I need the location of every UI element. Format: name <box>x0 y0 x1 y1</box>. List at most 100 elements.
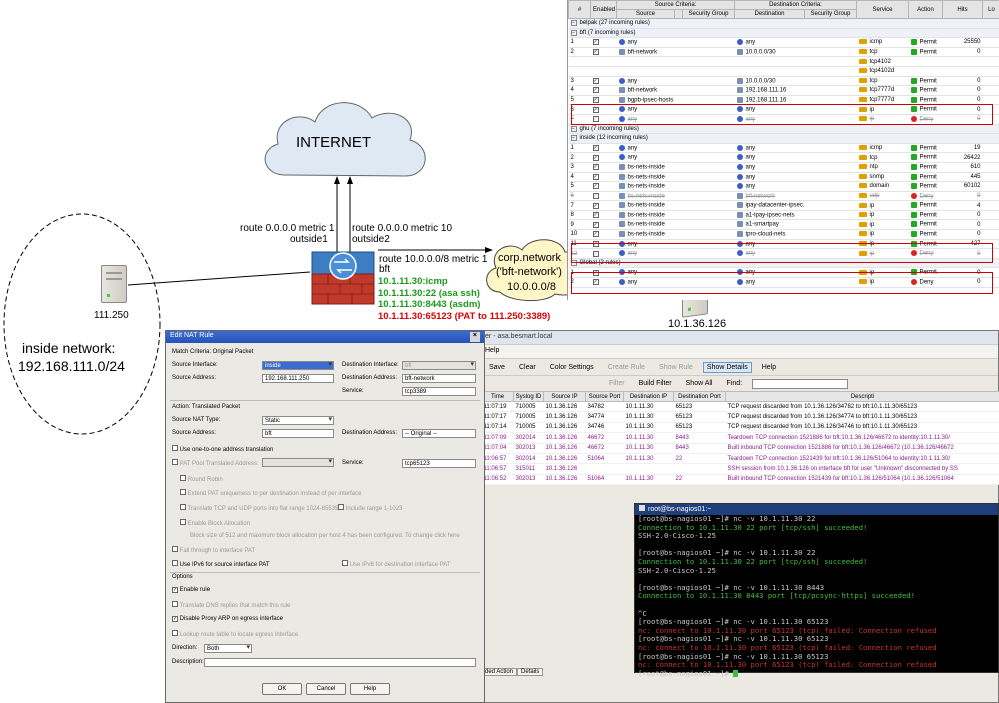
pat-pool-option[interactable]: PAT Pool Translated Address: <box>172 459 259 467</box>
table-row[interactable]: 1 ✓ any any ip Permit 0 <box>568 267 999 279</box>
destination-interface-select[interactable]: bft <box>402 361 476 370</box>
ipv6-source-checkbox[interactable] <box>172 560 178 566</box>
enabled-checkbox[interactable]: ✓ <box>592 145 599 152</box>
table-row[interactable]: 12 ✓ any any ip Deny 0 <box>568 248 999 259</box>
rule-enabled[interactable]: ✓ <box>590 76 617 87</box>
enabled-checkbox[interactable]: ✓ <box>592 77 599 84</box>
show-all-button[interactable]: Show All <box>682 378 717 389</box>
disable-proxy-arp-checkbox[interactable]: ✓ <box>172 616 178 622</box>
enabled-checkbox[interactable]: ✓ <box>592 39 599 46</box>
enabled-checkbox[interactable]: ✓ <box>592 250 599 257</box>
enabled-checkbox[interactable]: ✓ <box>592 173 599 180</box>
table-row[interactable]: 11:06:57 315011 10.1.36.126 SSH session fro… <box>481 463 999 475</box>
fall-through-checkbox[interactable] <box>172 546 178 552</box>
one-to-one-option[interactable]: Use one-to-one address translation <box>172 445 273 453</box>
build-filter-button[interactable]: Build Filter <box>635 378 676 389</box>
show-details-button[interactable]: Show Details <box>702 361 752 373</box>
rule-enabled[interactable]: ✓ <box>590 200 617 211</box>
log-column-header[interactable]: Source Port <box>585 391 624 402</box>
rule-enabled[interactable]: ✓ <box>590 239 617 250</box>
rule-group-row[interactable]: − inside (12 incoming rules) <box>568 133 999 144</box>
table-row[interactable]: 9 ✓ bs-nets-inside a1-smartpay ip Permit 0 <box>568 219 999 231</box>
find-input[interactable] <box>752 378 849 389</box>
col-service[interactable]: Service <box>856 0 909 19</box>
enabled-checkbox[interactable]: ✓ <box>592 231 599 238</box>
rule-enabled[interactable]: ✓ <box>590 95 617 106</box>
block-allocation-checkbox[interactable] <box>180 519 186 525</box>
log-column-header[interactable]: Syslog ID <box>513 391 544 402</box>
table-row[interactable]: tcp4102d <box>568 66 999 77</box>
rule-enabled[interactable]: ✓ <box>590 210 617 221</box>
rule-group-row[interactable]: − belpak (27 incoming rules) <box>568 18 999 29</box>
include-range-option[interactable]: Include range 1-1023 <box>338 504 402 512</box>
table-row[interactable]: 1 ✓ any any icmp Permit 25550 <box>568 37 999 48</box>
save-button[interactable]: Save <box>485 362 509 373</box>
help-button[interactable]: Help <box>758 362 780 373</box>
table-row[interactable]: 2 ✓ bft-network 10.0.0.0/30 tcp Permit 0 <box>568 47 999 58</box>
col-dst-security-group[interactable]: Security Group <box>804 9 857 19</box>
table-row[interactable]: 1 ✓ any any icmp Permit 19 <box>568 143 999 154</box>
expand-icon[interactable]: − <box>570 20 577 27</box>
expand-icon[interactable]: − <box>570 125 577 132</box>
enabled-checkbox[interactable]: ✓ <box>592 154 599 161</box>
enabled-checkbox[interactable]: ✓ <box>592 221 599 228</box>
block-allocation-option[interactable]: Enable Block Allocation <box>180 519 250 527</box>
rule-enabled[interactable]: ✓ <box>590 143 617 154</box>
rule-enabled[interactable]: ✓ <box>590 229 617 240</box>
table-row[interactable]: 11:07:04 302013 10.1.36.126 46672 10.1.11.30… <box>481 443 999 454</box>
enabled-checkbox[interactable]: ✓ <box>592 279 599 286</box>
enabled-checkbox[interactable]: ✓ <box>592 269 599 276</box>
nat-type-select[interactable]: Static <box>262 416 334 425</box>
direction-select[interactable]: Both <box>204 644 252 653</box>
table-row[interactable]: 11:07:14 710005 10.1.36.126 34746 10.1.11.30… <box>481 422 999 434</box>
col-num[interactable]: # <box>568 0 591 19</box>
color-settings-button[interactable]: Color Settings <box>546 362 598 373</box>
table-row[interactable]: 8 ✓ bs-nets-inside a1-ipay-ipsec-nets ip Perm… <box>568 210 999 221</box>
col-enabled[interactable]: Enabled <box>590 0 617 19</box>
col-hits[interactable]: Hits <box>942 0 983 19</box>
table-row[interactable]: 6 ✓ bs-nets-inside bft-network udp Deny 0 <box>568 191 999 202</box>
enabled-checkbox[interactable]: ✓ <box>592 97 599 104</box>
expand-icon[interactable]: − <box>570 135 577 142</box>
table-row[interactable]: 4 ✓ bs-nets-inside any snmp Permit 445 <box>568 172 999 183</box>
translate-dns-checkbox[interactable] <box>172 601 178 607</box>
service-field[interactable]: tcp3389 <box>402 387 476 396</box>
rule-group-row[interactable]: − Global (2 rules) <box>568 258 999 269</box>
translate-tcp-option[interactable]: Translate TCP and UDP ports into flat ra… <box>180 504 338 512</box>
col-lo[interactable]: Lo <box>982 0 999 19</box>
table-row[interactable]: 7 ✓ bs-nets-inside ipay-datacenter-ipsec...… <box>568 200 999 211</box>
rule-enabled[interactable]: ✓ <box>590 37 617 48</box>
description-field[interactable] <box>204 658 476 667</box>
log-column-header[interactable]: Descripti <box>725 391 999 402</box>
table-row[interactable]: 5 ✓ bs-nets-inside any domain Permit 60102 <box>568 181 999 192</box>
rule-enabled[interactable]: ✓ <box>590 172 617 183</box>
disable-proxy-arp-option[interactable]: ✓ Disable Proxy ARP on egress interface <box>172 616 283 622</box>
table-row[interactable]: 11 ✓ any any ip Permit 427 <box>568 239 999 250</box>
syslog-menu-help[interactable]: Help <box>481 345 998 359</box>
table-row[interactable]: tcp4102 <box>568 56 999 67</box>
table-row[interactable]: 5 ✓ bgpb-ipsec-hosts 192.168.111.16 tcp7777d… <box>568 95 999 106</box>
rule-enabled[interactable]: ✓ <box>590 191 617 202</box>
cancel-button[interactable]: Cancel <box>306 683 346 695</box>
log-column-header[interactable]: Source IP <box>543 391 586 402</box>
log-column-header[interactable]: Destination IP <box>623 391 674 402</box>
table-row[interactable]: 6 ✓ any any ip Permit 0 <box>568 104 999 115</box>
rule-enabled[interactable]: ✓ <box>590 277 617 288</box>
table-row[interactable]: 11:06:52 302013 10.1.36.126 51064 10.1.11.30… <box>481 474 999 486</box>
extend-pat-checkbox[interactable] <box>180 489 186 495</box>
close-icon[interactable]: × <box>469 332 480 342</box>
enabled-checkbox[interactable]: ✓ <box>592 212 599 219</box>
rule-group-row[interactable]: − bft (7 incoming rules) <box>568 28 999 39</box>
translate-tcp-checkbox[interactable] <box>180 504 186 510</box>
rule-enabled[interactable]: ✓ <box>590 114 617 125</box>
table-row[interactable]: 3 ✓ bs-nets-inside any ntp Permit 610 <box>568 162 999 173</box>
rule-enabled[interactable]: ✓ <box>590 47 617 58</box>
ok-button[interactable]: OK <box>262 683 302 695</box>
enable-rule-option[interactable]: ✓ Enable rule <box>172 587 210 593</box>
expand-icon[interactable]: − <box>570 260 577 267</box>
enabled-checkbox[interactable]: ✓ <box>592 106 599 113</box>
block-allocation-note[interactable]: Block size of 512 and maximum block allo… <box>190 533 460 539</box>
help-button[interactable]: Help <box>350 683 390 695</box>
col-source[interactable]: Source <box>616 9 675 19</box>
terminal-window[interactable]: root@bs-nagios01:~ [root@bs-nagios01 ~]#… <box>634 503 999 677</box>
